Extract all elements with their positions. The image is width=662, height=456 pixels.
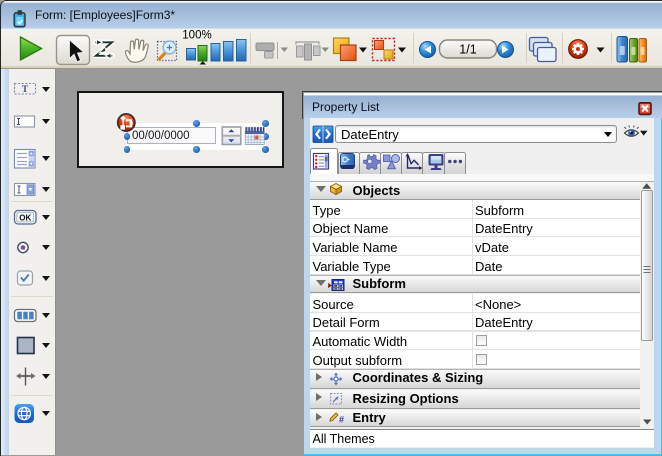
svg-text:100%: 100%: [182, 29, 211, 41]
svg-text:#: #: [339, 415, 344, 425]
svg-text:T: T: [22, 85, 29, 95]
svg-text:1/1: 1/1: [459, 43, 476, 57]
svg-text:OK: OK: [19, 214, 31, 223]
